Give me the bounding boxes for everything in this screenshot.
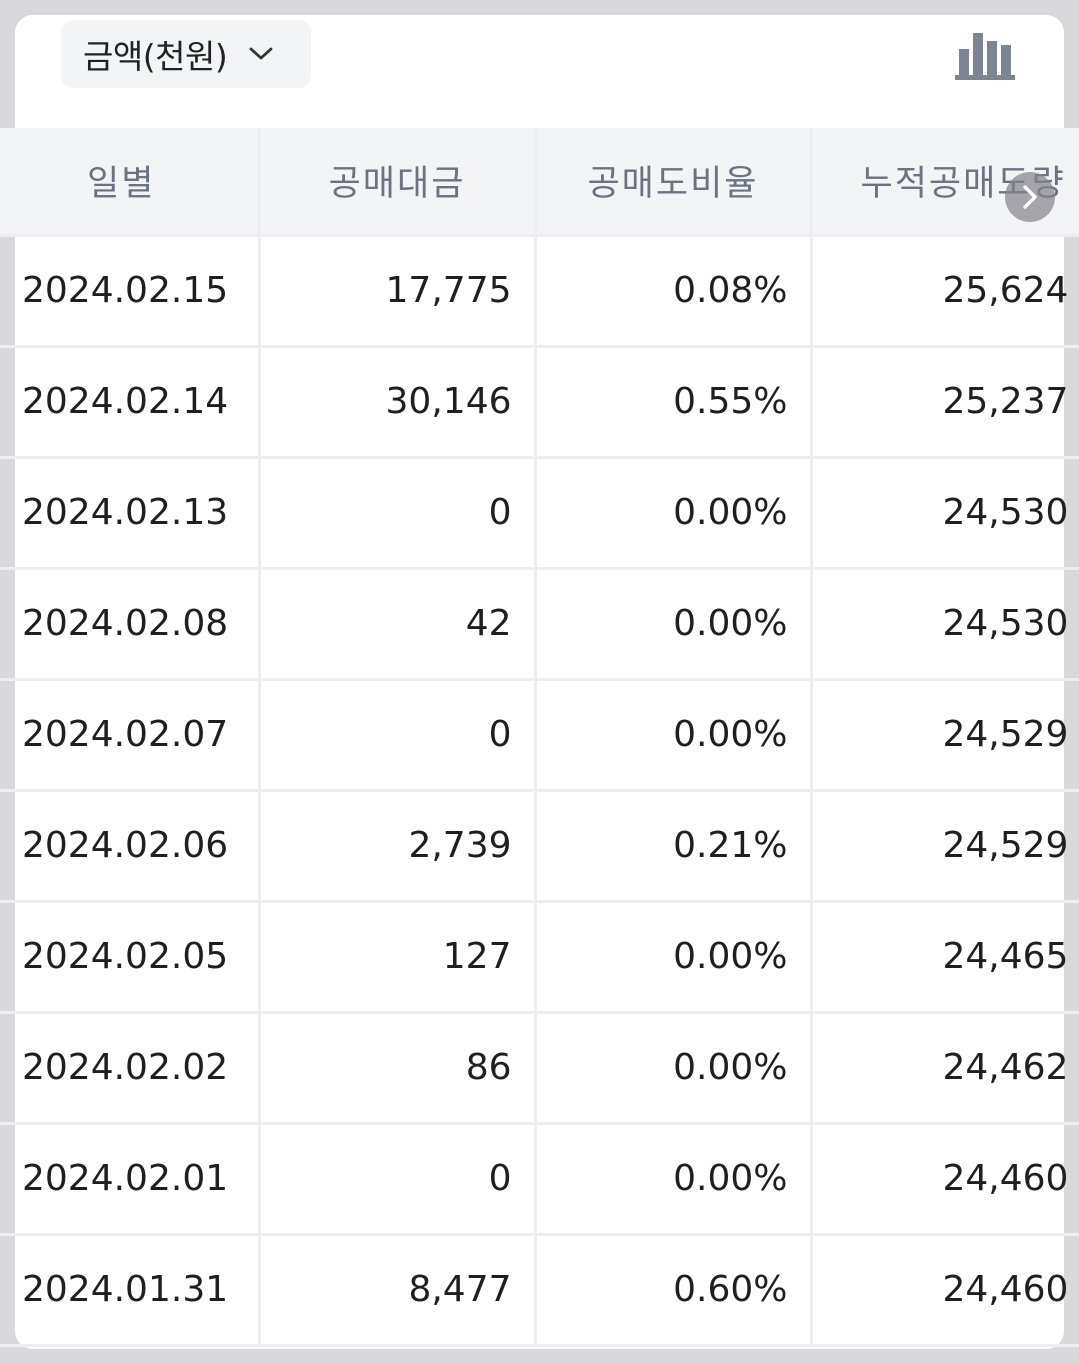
table-row: 2024.02.13 0 0.00% 24,530 [0, 457, 1079, 570]
header-ratio[interactable]: 공매도비율 [535, 128, 813, 237]
cell-date: 2024.02.13 [0, 457, 261, 570]
cell-date: 2024.02.07 [0, 679, 261, 792]
table-row: 2024.02.08 42 0.00% 24,530 [0, 568, 1079, 681]
cell-cumulative: 24,529 [811, 679, 1079, 792]
cell-amount: 8,477 [259, 1234, 537, 1347]
cell-date: 2024.01.31 [0, 1234, 261, 1347]
cell-ratio: 0.00% [535, 1012, 813, 1125]
unit-dropdown-label: 금액(천원) [83, 37, 228, 76]
cell-amount: 0 [259, 457, 537, 570]
cell-amount: 2,739 [259, 790, 537, 903]
chevron-right-icon [1023, 185, 1037, 209]
cell-amount: 127 [259, 901, 537, 1014]
scroll-right-button[interactable] [1005, 172, 1055, 222]
panel-toolbar: 금액(천원) [15, 15, 1064, 143]
cell-date: 2024.02.15 [0, 235, 261, 348]
cell-cumulative: 24,530 [811, 457, 1079, 570]
unit-dropdown[interactable]: 금액(천원) [61, 20, 311, 88]
cell-cumulative: 25,624 [811, 235, 1079, 348]
cell-date: 2024.02.05 [0, 901, 261, 1014]
cell-ratio: 0.00% [535, 679, 813, 792]
chevron-down-icon [247, 40, 275, 68]
bar-chart-icon [955, 33, 1015, 80]
table-row: 2024.02.02 86 0.00% 24,462 [0, 1012, 1079, 1125]
table-row: 2024.02.14 30,146 0.55% 25,237 [0, 346, 1079, 459]
table-row: 2024.02.06 2,739 0.21% 24,529 [0, 790, 1079, 903]
cell-date: 2024.02.08 [0, 568, 261, 681]
table-header-row: 일별 공매대금 공매도비율 누적공매도량 [0, 128, 1079, 237]
chart-view-button[interactable] [953, 25, 1017, 83]
cell-date: 2024.02.14 [0, 346, 261, 459]
table-row: 2024.02.07 0 0.00% 24,529 [0, 679, 1079, 792]
cell-date: 2024.02.01 [0, 1123, 261, 1236]
cell-ratio: 0.00% [535, 1123, 813, 1236]
cell-amount: 0 [259, 1123, 537, 1236]
cell-cumulative: 24,465 [811, 901, 1079, 1014]
cell-date: 2024.02.06 [0, 790, 261, 903]
cell-ratio: 0.60% [535, 1234, 813, 1347]
cell-ratio: 0.55% [535, 346, 813, 459]
cell-ratio: 0.08% [535, 235, 813, 348]
short-selling-table: 일별 공매대금 공매도비율 누적공매도량 2024.02.15 17,775 0… [0, 128, 1079, 1347]
cell-cumulative: 24,530 [811, 568, 1079, 681]
cell-cumulative: 24,529 [811, 790, 1079, 903]
table-row: 2024.02.01 0 0.00% 24,460 [0, 1123, 1079, 1236]
cell-ratio: 0.00% [535, 457, 813, 570]
cell-amount: 30,146 [259, 346, 537, 459]
cell-cumulative: 24,460 [811, 1234, 1079, 1347]
cell-amount: 42 [259, 568, 537, 681]
cell-cumulative: 24,460 [811, 1123, 1079, 1236]
cell-ratio: 0.00% [535, 568, 813, 681]
cell-ratio: 0.21% [535, 790, 813, 903]
cell-amount: 86 [259, 1012, 537, 1125]
cell-ratio: 0.00% [535, 901, 813, 1014]
header-date[interactable]: 일별 [0, 128, 261, 237]
table-row: 2024.02.05 127 0.00% 24,465 [0, 901, 1079, 1014]
cell-amount: 17,775 [259, 235, 537, 348]
cell-cumulative: 25,237 [811, 346, 1079, 459]
short-selling-table-container[interactable]: 일별 공매대금 공매도비율 누적공매도량 2024.02.15 17,775 0… [0, 128, 1079, 1349]
table-row: 2024.02.15 17,775 0.08% 25,624 [0, 235, 1079, 348]
cell-date: 2024.02.02 [0, 1012, 261, 1125]
table-row: 2024.01.31 8,477 0.60% 24,460 [0, 1234, 1079, 1347]
cell-cumulative: 24,462 [811, 1012, 1079, 1125]
cell-amount: 0 [259, 679, 537, 792]
header-amount[interactable]: 공매대금 [259, 128, 537, 237]
